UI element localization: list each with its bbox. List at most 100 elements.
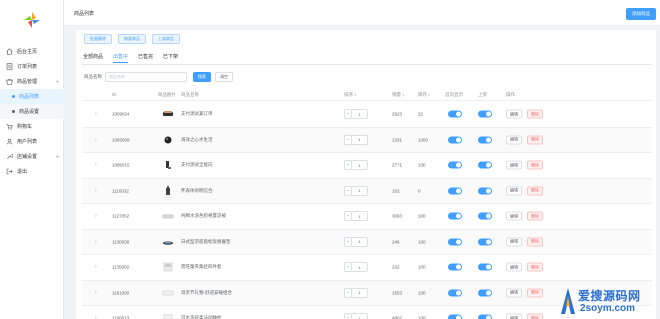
sales-count: 1331 xyxy=(392,137,403,143)
delete-button[interactable]: 删除 xyxy=(527,211,543,221)
on-sale-toggle[interactable] xyxy=(478,314,492,319)
sort-value[interactable]: 1 xyxy=(352,137,367,142)
tab-all[interactable]: 全部商品 xyxy=(83,53,103,63)
home-show-toggle[interactable] xyxy=(448,110,462,118)
col-id[interactable]: ID xyxy=(112,92,117,97)
delete-button[interactable]: 删除 xyxy=(527,186,543,196)
expand-arrow-icon[interactable]: › xyxy=(95,290,97,296)
expand-arrow-icon[interactable]: › xyxy=(95,162,97,168)
sort-value[interactable]: 1 xyxy=(352,239,367,244)
on-sale-toggle[interactable] xyxy=(478,263,492,271)
sidebar-item-cart[interactable]: 购物车 xyxy=(0,119,64,134)
sort-value[interactable]: 1 xyxy=(352,188,367,193)
sort-stepper[interactable]: −1 xyxy=(344,109,368,120)
sort-stepper[interactable]: −1 xyxy=(344,160,368,171)
col-sort[interactable]: 排序⇅ xyxy=(344,92,357,98)
edit-button[interactable]: 编辑 xyxy=(506,109,522,119)
decrement-icon[interactable]: − xyxy=(345,288,352,297)
tab-off-shelf[interactable]: 已下架 xyxy=(163,53,178,63)
home-show-toggle[interactable] xyxy=(448,187,462,195)
sidebar-item-logout[interactable]: 退出 xyxy=(0,164,64,179)
sort-stepper[interactable]: −1 xyxy=(344,211,368,222)
add-goods-button[interactable]: 添加商品 xyxy=(626,8,656,20)
sidebar-item-goods-manage[interactable]: 商品管理 xyxy=(0,74,64,89)
delete-button[interactable]: 删除 xyxy=(527,135,543,145)
on-sale-toggle[interactable] xyxy=(478,187,492,195)
expand-arrow-icon[interactable]: › xyxy=(95,188,97,194)
tab-on-sale[interactable]: 出售中 xyxy=(113,53,129,63)
home-show-toggle[interactable] xyxy=(448,161,462,169)
expand-arrow-icon[interactable]: › xyxy=(95,213,97,219)
expand-arrow-icon[interactable]: › xyxy=(95,239,97,245)
sort-stepper[interactable]: −1 xyxy=(344,262,368,273)
sidebar-item-goods-list[interactable]: 商品列表 xyxy=(0,89,64,104)
expand-arrow-icon[interactable]: › xyxy=(95,264,97,270)
product-thumbnail xyxy=(166,185,170,195)
delete-button[interactable]: 删除 xyxy=(527,262,543,272)
search-button[interactable]: 搜索 xyxy=(193,72,211,82)
reset-button[interactable]: 清空 xyxy=(215,72,233,82)
home-show-toggle[interactable] xyxy=(448,238,462,246)
sort-value[interactable]: 1 xyxy=(352,112,367,117)
decrement-icon[interactable]: − xyxy=(345,237,352,246)
sort-stepper[interactable]: −1 xyxy=(344,236,368,247)
edit-button[interactable]: 编辑 xyxy=(506,135,522,145)
sidebar-item-users[interactable]: 用户列表 xyxy=(0,134,64,149)
delete-button[interactable]: 删除 xyxy=(527,237,543,247)
decrement-icon[interactable]: − xyxy=(345,161,352,170)
edit-button[interactable]: 编辑 xyxy=(506,211,522,221)
decrement-icon[interactable]: − xyxy=(345,263,352,272)
bulk-delete-button[interactable]: 批量删除 xyxy=(84,34,112,44)
on-sale-toggle[interactable] xyxy=(478,289,492,297)
home-show-toggle[interactable] xyxy=(448,263,462,271)
sort-value[interactable]: 1 xyxy=(352,214,367,219)
sort-stepper[interactable]: −1 xyxy=(344,287,368,298)
delete-button[interactable]: 删除 xyxy=(527,313,543,319)
sort-stepper[interactable]: −1 xyxy=(344,313,368,319)
sidebar-item-home[interactable]: 后台主页 xyxy=(0,44,64,59)
delete-button[interactable]: 删除 xyxy=(527,109,543,119)
edit-button[interactable]: 编辑 xyxy=(506,160,522,170)
sort-value[interactable]: 1 xyxy=(352,163,367,168)
on-sale-toggle[interactable] xyxy=(478,238,492,246)
col-stock[interactable]: 库存⇅ xyxy=(418,92,431,98)
col-sales[interactable]: 销量⇅ xyxy=(392,92,405,98)
decrement-icon[interactable]: − xyxy=(345,314,352,319)
edit-button[interactable]: 编辑 xyxy=(506,186,522,196)
home-show-toggle[interactable] xyxy=(448,289,462,297)
product-id: 1135002 xyxy=(112,264,130,270)
expand-arrow-icon[interactable]: › xyxy=(95,315,97,319)
search-input[interactable]: 商品名称 xyxy=(105,72,187,82)
on-sale-toggle[interactable] xyxy=(478,161,492,169)
sort-value[interactable]: 1 xyxy=(352,265,367,270)
decrement-icon[interactable]: − xyxy=(345,212,352,221)
expand-arrow-icon[interactable]: › xyxy=(95,111,97,117)
home-show-toggle[interactable] xyxy=(448,314,462,319)
restore-goods-button[interactable]: 恢复商品 xyxy=(118,34,146,44)
decrement-icon[interactable]: − xyxy=(345,186,352,195)
delete-button[interactable]: 删除 xyxy=(527,160,543,170)
sort-value[interactable]: 1 xyxy=(352,290,367,295)
on-sale-toggle[interactable] xyxy=(478,212,492,220)
delete-button[interactable]: 删除 xyxy=(527,288,543,298)
sort-stepper[interactable]: −1 xyxy=(344,134,368,145)
decrement-icon[interactable]: − xyxy=(345,135,352,144)
tab-sold-out[interactable]: 已售完 xyxy=(138,53,153,63)
on-sale-toggle[interactable] xyxy=(478,136,492,144)
sidebar-item-store-settings[interactable]: 店铺设置 xyxy=(0,149,64,164)
stock-count: 0 xyxy=(418,188,421,194)
col-on-sale: 上架 xyxy=(478,92,487,97)
edit-button[interactable]: 编辑 xyxy=(506,237,522,247)
on-sale-toggle[interactable] xyxy=(478,110,492,118)
edit-button[interactable]: 编辑 xyxy=(506,313,522,319)
home-show-toggle[interactable] xyxy=(448,212,462,220)
sidebar-item-goods-settings[interactable]: 商品设置 xyxy=(0,104,64,119)
edit-button[interactable]: 编辑 xyxy=(506,288,522,298)
expand-arrow-icon[interactable]: › xyxy=(95,137,97,143)
edit-button[interactable]: 编辑 xyxy=(506,262,522,272)
list-goods-button[interactable]: 上架商品 xyxy=(152,34,180,44)
sidebar-item-orders[interactable]: 订单列表 xyxy=(0,59,64,74)
sort-stepper[interactable]: −1 xyxy=(344,185,368,196)
decrement-icon[interactable]: − xyxy=(345,110,352,119)
home-show-toggle[interactable] xyxy=(448,136,462,144)
